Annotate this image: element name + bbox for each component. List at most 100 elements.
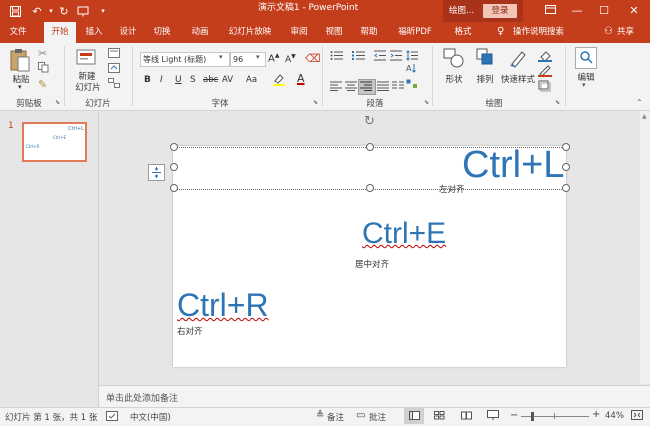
undo-icon[interactable]: ↶ xyxy=(30,4,44,18)
shadow-button[interactable]: S xyxy=(190,75,196,85)
resize-handle-tl[interactable] xyxy=(170,143,178,151)
change-case-button[interactable]: Aa xyxy=(246,75,257,85)
notes-pane[interactable] xyxy=(99,385,650,408)
fit-to-window-icon[interactable] xyxy=(631,410,643,423)
tab-transitions[interactable]: 切换 xyxy=(148,22,176,43)
align-right-icon[interactable] xyxy=(360,81,372,94)
copy-icon[interactable] xyxy=(38,62,49,76)
strikethrough-button[interactable]: abc xyxy=(203,75,218,85)
font-name-select[interactable]: 等线 Light (标题) xyxy=(140,52,230,67)
cut-icon[interactable]: ✂ xyxy=(38,47,47,60)
minimize-icon[interactable]: — xyxy=(563,0,591,22)
ribbon-display-options-icon[interactable] xyxy=(536,0,564,22)
numbering-icon[interactable] xyxy=(352,50,366,64)
font-name-dropdown-icon[interactable]: ▾ xyxy=(219,53,223,61)
zoom-in-icon[interactable]: + xyxy=(592,409,600,420)
editing-label[interactable]: 编辑 xyxy=(572,71,600,83)
tell-me-search[interactable]: 操作说明搜索 xyxy=(513,22,564,43)
decrease-font-icon[interactable]: A▼ xyxy=(285,53,296,65)
zoom-slider-thumb[interactable] xyxy=(531,412,534,421)
tab-design[interactable]: 设计 xyxy=(114,22,142,43)
save-icon[interactable] xyxy=(8,4,22,18)
paste-icon[interactable] xyxy=(9,48,31,72)
reading-view-icon[interactable] xyxy=(461,411,472,423)
start-from-beginning-icon[interactable] xyxy=(76,4,90,18)
arrange-label[interactable]: 排列 xyxy=(472,73,498,85)
section-icon[interactable] xyxy=(108,78,120,91)
caption-align-left[interactable]: 左对齐 xyxy=(439,183,465,195)
find-icon[interactable] xyxy=(575,47,597,69)
bold-button[interactable]: B xyxy=(144,75,151,85)
arrange-icon[interactable] xyxy=(476,48,496,71)
reset-icon[interactable] xyxy=(108,63,120,76)
text-ctrl-r[interactable]: Ctrl+R xyxy=(177,289,269,321)
tab-home[interactable]: 开始 xyxy=(44,22,76,43)
tab-format[interactable]: 格式 xyxy=(448,22,478,43)
smartart-icon[interactable] xyxy=(406,79,418,92)
resize-handle-tc[interactable] xyxy=(366,143,374,151)
tab-slideshow[interactable]: 幻灯片放映 xyxy=(222,22,278,43)
format-painter-icon[interactable]: ✎ xyxy=(38,78,47,91)
font-size-dropdown-icon[interactable]: ▾ xyxy=(256,53,260,61)
resize-handle-ml[interactable] xyxy=(170,163,178,171)
editing-dropdown-icon[interactable]: ▾ xyxy=(582,81,586,89)
notes-placeholder[interactable]: 单击此处添加备注 xyxy=(106,391,178,404)
resize-handle-bl[interactable] xyxy=(170,184,178,192)
clipboard-launcher-icon[interactable]: ⬊ xyxy=(55,99,60,106)
text-direction-icon[interactable]: A xyxy=(406,63,418,76)
autofit-options-icon[interactable] xyxy=(148,164,165,181)
character-spacing-button[interactable]: AV xyxy=(222,75,233,85)
paragraph-launcher-icon[interactable]: ⬊ xyxy=(424,99,429,106)
scroll-up-icon[interactable]: ▲ xyxy=(642,113,647,120)
tab-file[interactable]: 文件 xyxy=(4,22,32,43)
bullets-icon[interactable] xyxy=(330,50,344,64)
spellcheck-icon[interactable] xyxy=(106,411,118,424)
share-button[interactable]: 共享 xyxy=(617,22,634,43)
drawing-launcher-icon[interactable]: ⬊ xyxy=(555,99,560,106)
layout-icon[interactable] xyxy=(108,48,120,61)
comments-icon[interactable]: ▭ xyxy=(356,410,365,421)
shapes-label[interactable]: 形状 xyxy=(440,73,468,85)
align-center-icon[interactable] xyxy=(345,81,357,94)
redo-icon[interactable]: ↻ xyxy=(57,4,71,18)
decrease-indent-icon[interactable] xyxy=(374,50,386,64)
justify-icon[interactable] xyxy=(377,81,389,94)
tab-help[interactable]: 帮助 xyxy=(355,22,383,43)
notes-toggle[interactable]: 备注 xyxy=(327,411,344,423)
shape-fill-icon[interactable] xyxy=(538,50,554,65)
language-status[interactable]: 中文(中国) xyxy=(130,411,171,423)
comments-toggle[interactable]: 批注 xyxy=(369,411,386,423)
quick-styles-label[interactable]: 快速样式 xyxy=(498,73,538,85)
font-size-select[interactable]: 96 xyxy=(230,52,266,67)
new-slide-icon[interactable] xyxy=(76,48,98,68)
slideshow-icon[interactable] xyxy=(487,410,499,423)
tab-review[interactable]: 审阅 xyxy=(285,22,313,43)
paste-dropdown-icon[interactable]: ▾ xyxy=(18,83,22,91)
increase-font-icon[interactable]: A▲ xyxy=(268,52,279,64)
italic-button[interactable]: I xyxy=(160,75,163,85)
slide-count-status[interactable]: 幻灯片 第 1 张，共 1 张 xyxy=(5,411,97,423)
caption-align-right[interactable]: 右对齐 xyxy=(177,325,203,337)
slide-thumbnail[interactable]: Ctrl+L Ctrl+E Ctrl+R xyxy=(22,122,87,162)
quick-styles-icon[interactable] xyxy=(508,48,528,71)
tab-animations[interactable]: 动画 xyxy=(186,22,214,43)
highlight-icon[interactable] xyxy=(272,73,286,89)
normal-view-icon[interactable] xyxy=(409,411,420,423)
zoom-level[interactable]: 44% xyxy=(605,411,624,421)
text-ctrl-e[interactable]: Ctrl+E xyxy=(362,219,446,249)
notes-icon[interactable]: ≜ xyxy=(316,410,324,421)
font-launcher-icon[interactable]: ⬊ xyxy=(313,99,318,106)
zoom-out-icon[interactable]: − xyxy=(510,410,518,421)
undo-dropdown-icon[interactable]: ▾ xyxy=(44,4,58,18)
tab-view[interactable]: 视图 xyxy=(320,22,348,43)
resize-handle-bc[interactable] xyxy=(366,184,374,192)
increase-indent-icon[interactable] xyxy=(390,50,402,64)
font-color-icon[interactable]: A xyxy=(297,72,305,85)
columns-icon[interactable] xyxy=(392,81,404,94)
caption-align-center[interactable]: 居中对齐 xyxy=(355,258,389,270)
underline-button[interactable]: U xyxy=(175,75,182,85)
shapes-icon[interactable] xyxy=(443,48,465,71)
collapse-ribbon-icon[interactable]: ⌃ xyxy=(636,98,643,107)
text-ctrl-l[interactable]: Ctrl+L xyxy=(462,146,564,184)
close-icon[interactable]: ✕ xyxy=(620,0,648,22)
